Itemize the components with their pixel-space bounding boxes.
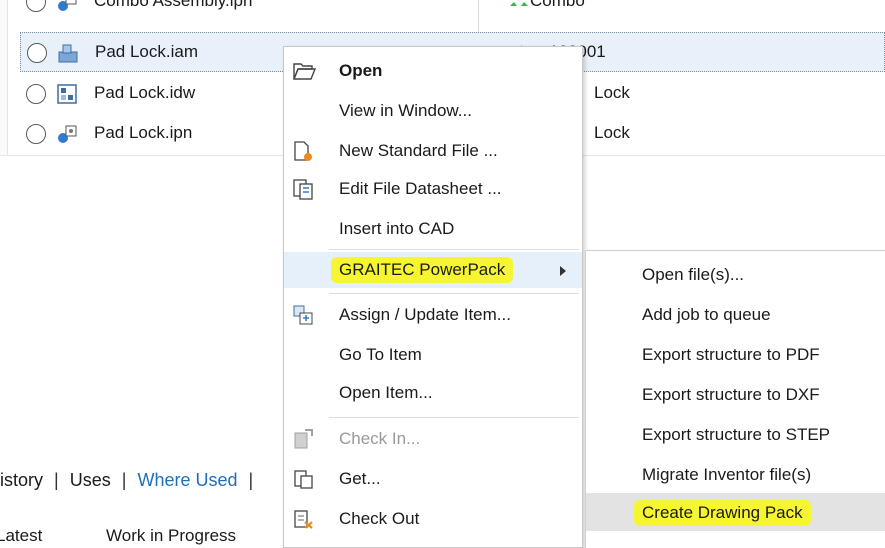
row-radio[interactable] [26,84,46,104]
submenu-item-label-wrap: Create Drawing Pack [634,500,811,526]
menu-item-label: Assign / Update Item... [339,305,511,324]
assign-item-icon [292,304,314,326]
presentation-file-icon [56,0,78,13]
table-row[interactable]: Combo Assembly.ipn Combo [20,0,885,22]
tab-where-used[interactable]: Where Used [137,470,237,491]
menu-item-check-in: Check In... [284,421,582,457]
presentation-file-icon [56,123,78,145]
get-icon [292,468,314,490]
menu-item-open[interactable]: Open [284,53,582,89]
menu-item-insert-into-cad[interactable]: Insert into CAD [284,211,582,247]
menu-item-get[interactable]: Get... [284,461,582,497]
detail-subheader: Latest Work in Progress [0,526,300,548]
submenu-arrow-icon [560,266,566,276]
menu-item-new-standard-file[interactable]: New Standard File ... [284,133,582,169]
powerpack-submenu: Open file(s)... Add job to queue Export … [585,250,885,548]
menu-item-label: Go To Item [339,345,422,364]
submenu-item-label: Add job to queue [642,305,771,324]
submenu-item-export-pdf[interactable]: Export structure to PDF [586,335,885,373]
assembly-file-icon [57,42,79,64]
file-name: Pad Lock.iam [95,42,198,61]
file-name: Pad Lock.idw [94,83,196,102]
menu-item-label: Check Out [339,509,420,528]
file-title: Combo [530,0,585,10]
folder-open-icon [292,60,317,82]
menu-item-check-out[interactable]: Check Out [284,501,582,537]
menu-item-label: Get... [339,469,381,488]
row-radio[interactable] [26,0,46,12]
row-radio[interactable] [26,124,46,144]
submenu-item-add-job-to-queue[interactable]: Add job to queue [586,295,885,333]
menu-item-label: Check In... [339,429,421,448]
menu-separator [329,293,579,294]
context-menu: Open View in Window... New Standard File… [283,46,583,548]
datasheet-icon [292,178,314,200]
list-left-edge [0,0,8,155]
file-name: Combo Assembly.ipn [94,0,253,10]
submenu-item-migrate-inventor[interactable]: Migrate Inventor file(s) [586,455,885,493]
submenu-item-label: Export structure to STEP [642,425,831,444]
drawing-file-icon [56,83,78,105]
submenu-item-label: Open file(s)... [642,265,745,284]
check-in-icon [292,428,314,450]
menu-item-label: Open Item... [339,383,433,402]
submenu-item-create-drawing-pack[interactable]: Create Drawing Pack [586,493,885,531]
menu-item-label: Edit File Datasheet ... [339,179,502,198]
column-header-wip[interactable]: Work in Progress [106,526,236,546]
check-out-icon [292,508,314,530]
submenu-item-export-step[interactable]: Export structure to STEP [586,415,885,453]
submenu-item-label: Export structure to DXF [642,385,820,404]
column-header-latest[interactable]: Latest [0,526,42,546]
menu-item-label: New Standard File ... [339,141,498,160]
menu-item-open-item[interactable]: Open Item... [284,375,582,411]
menu-item-label: View in Window... [339,101,472,120]
submenu-item-label: Export structure to PDF [642,345,820,364]
vault-window: Combo Assembly.ipn Combo Pad Lock.iam 10… [0,0,885,548]
cycle-arrows-icon [508,0,530,12]
new-file-icon [292,140,314,162]
menu-item-label-wrap: GRAITEC PowerPack [331,257,514,283]
row-radio[interactable] [27,43,47,63]
tab-separator: | [121,470,127,490]
file-name: Pad Lock.ipn [94,123,193,142]
submenu-item-label: Migrate Inventor file(s) [642,465,812,484]
menu-item-assign-update-item[interactable]: Assign / Update Item... [284,297,582,333]
menu-item-graitec-powerpack[interactable]: GRAITEC PowerPack [284,252,582,288]
menu-item-label: Open [339,61,383,80]
menu-separator [329,249,579,250]
tab-separator: | [54,470,59,490]
menu-item-label: Insert into CAD [339,219,455,238]
tab-history[interactable]: istory [0,470,43,491]
menu-separator [329,417,579,418]
detail-tabs: istory | Uses | Where Used | [0,470,259,500]
menu-item-go-to-item[interactable]: Go To Item [284,337,582,373]
tab-separator: | [248,470,254,490]
file-title: Lock [594,83,630,102]
submenu-item-label: Create Drawing Pack [634,500,811,526]
menu-item-edit-file-datasheet[interactable]: Edit File Datasheet ... [284,171,582,207]
submenu-item-export-dxf[interactable]: Export structure to DXF [586,375,885,413]
submenu-item-open-files[interactable]: Open file(s)... [586,255,885,293]
menu-item-view-in-window[interactable]: View in Window... [284,93,582,129]
menu-item-label: GRAITEC PowerPack [331,257,514,283]
tab-uses[interactable]: Uses [70,470,111,491]
file-title: Lock [594,123,630,142]
